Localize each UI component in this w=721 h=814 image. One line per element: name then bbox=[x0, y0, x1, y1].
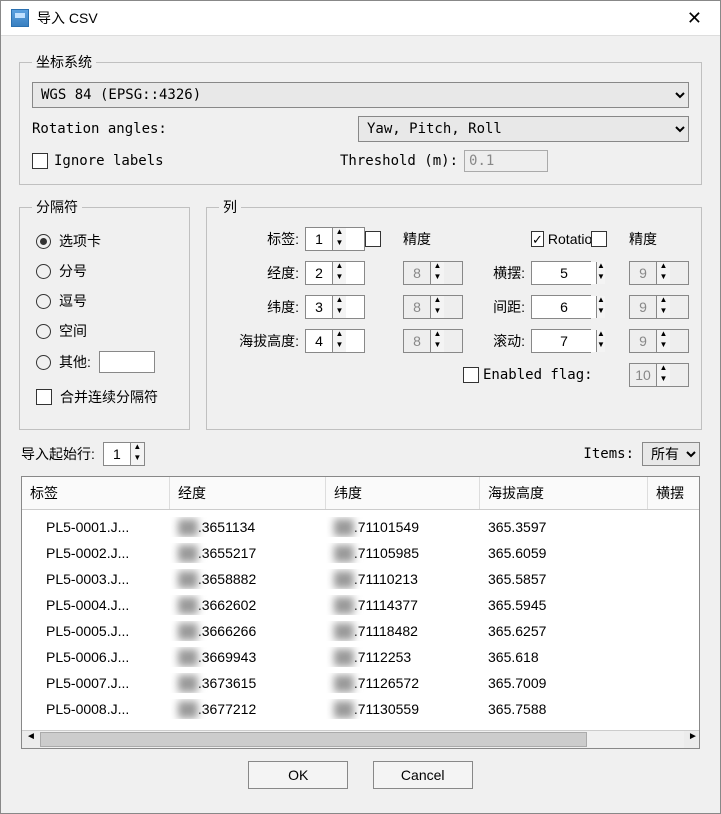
coordinate-system-group: 坐标系统 WGS 84 (EPSG::4326) Rotation angles… bbox=[19, 52, 702, 185]
enabled-flag-checkbox[interactable] bbox=[463, 367, 479, 383]
titlebar: 导入 CSV ✕ bbox=[1, 1, 720, 36]
table-row[interactable]: PL5-0008.J...██.3677212██.71130559365.75… bbox=[22, 696, 699, 722]
col-lat-prec-spin: ▲▼ bbox=[403, 295, 463, 319]
horizontal-scrollbar[interactable]: ◄► bbox=[22, 730, 699, 748]
col-roll-spin[interactable]: ▲▼ bbox=[531, 329, 591, 353]
col-lat-spin[interactable]: ▲▼ bbox=[305, 295, 365, 319]
table-header: 标签 经度 纬度 海拔高度 横摆 bbox=[22, 477, 699, 510]
delim-other-radio[interactable] bbox=[36, 355, 51, 370]
coordinate-legend: 坐标系统 bbox=[32, 52, 96, 72]
ok-button[interactable]: OK bbox=[248, 761, 348, 789]
delimiter-legend: 分隔符 bbox=[32, 197, 82, 217]
import-csv-dialog: 导入 CSV ✕ 坐标系统 WGS 84 (EPSG::4326) Rotati… bbox=[0, 0, 721, 814]
columns-group: 列 标签: ▲▼ 精度 Rotation 精度 经度: ▲▼ ▲▼ 横摆: ▲▼ bbox=[206, 197, 702, 430]
col-alt-spin[interactable]: ▲▼ bbox=[305, 329, 365, 353]
col-pitch-prec-spin: ▲▼ bbox=[629, 295, 689, 319]
delim-space-radio[interactable] bbox=[36, 324, 51, 339]
col-lon-prec-spin: ▲▼ bbox=[403, 261, 463, 285]
items-label: Items: bbox=[583, 446, 634, 462]
col-enabled-spin: ▲▼ bbox=[629, 363, 689, 387]
threshold-label: Threshold (m): bbox=[340, 153, 458, 169]
delimiter-group: 分隔符 选项卡 分号 逗号 空间 其他: 合并连续分隔符 bbox=[19, 197, 190, 430]
preview-table: 标签 经度 纬度 海拔高度 横摆 PL5-0001.J...██.3651134… bbox=[21, 476, 700, 749]
table-row[interactable]: PL5-0002.J...██.3655217██.71105985365.60… bbox=[22, 540, 699, 566]
window-title: 导入 CSV bbox=[37, 8, 98, 28]
delim-comma-radio[interactable] bbox=[36, 294, 51, 309]
table-row[interactable]: PL5-0003.J...██.3658882██.71110213365.58… bbox=[22, 566, 699, 592]
col-pitch-spin[interactable]: ▲▼ bbox=[531, 295, 591, 319]
col-prec1-checkbox[interactable] bbox=[365, 231, 381, 247]
close-button[interactable]: ✕ bbox=[679, 8, 710, 29]
col-rotation-checkbox[interactable] bbox=[531, 231, 544, 247]
table-row[interactable]: PL5-0007.J...██.3673615██.71126572365.70… bbox=[22, 670, 699, 696]
import-from-spin[interactable]: ▲▼ bbox=[103, 442, 145, 466]
ignore-labels-checkbox[interactable] bbox=[32, 153, 48, 169]
col-yaw-spin[interactable]: ▲▼ bbox=[531, 261, 591, 285]
table-row[interactable]: PL5-0005.J...██.3666266██.71118482365.62… bbox=[22, 618, 699, 644]
merge-delims-checkbox[interactable] bbox=[36, 389, 52, 405]
col-roll-prec-spin: ▲▼ bbox=[629, 329, 689, 353]
col-alt-prec-spin: ▲▼ bbox=[403, 329, 463, 353]
col-yaw-prec-spin: ▲▼ bbox=[629, 261, 689, 285]
threshold-input bbox=[464, 150, 548, 172]
ignore-labels-label: Ignore labels bbox=[54, 153, 334, 169]
crs-select[interactable]: WGS 84 (EPSG::4326) bbox=[32, 82, 689, 108]
table-row[interactable]: PL5-0004.J...██.3662602██.71114377365.59… bbox=[22, 592, 699, 618]
cancel-button[interactable]: Cancel bbox=[373, 761, 473, 789]
import-from-label: 导入起始行: bbox=[21, 444, 95, 464]
delim-semicolon-radio[interactable] bbox=[36, 264, 51, 279]
delim-tab-radio[interactable] bbox=[36, 234, 51, 249]
app-icon bbox=[11, 9, 29, 27]
col-prec2-checkbox[interactable] bbox=[591, 231, 607, 247]
columns-legend: 列 bbox=[219, 197, 241, 217]
rotation-angles-label: Rotation angles: bbox=[32, 121, 352, 137]
table-row[interactable]: PL5-0006.J...██.3669943██.7112253365.618 bbox=[22, 644, 699, 670]
items-select[interactable]: 所有 bbox=[642, 442, 700, 466]
col-lon-spin[interactable]: ▲▼ bbox=[305, 261, 365, 285]
table-row[interactable]: PL5-0001.J...██.3651134██.71101549365.35… bbox=[22, 514, 699, 540]
rotation-angles-select[interactable]: Yaw, Pitch, Roll bbox=[358, 116, 689, 142]
col-label-spin[interactable]: ▲▼ bbox=[305, 227, 365, 251]
delim-other-input[interactable] bbox=[99, 351, 155, 373]
